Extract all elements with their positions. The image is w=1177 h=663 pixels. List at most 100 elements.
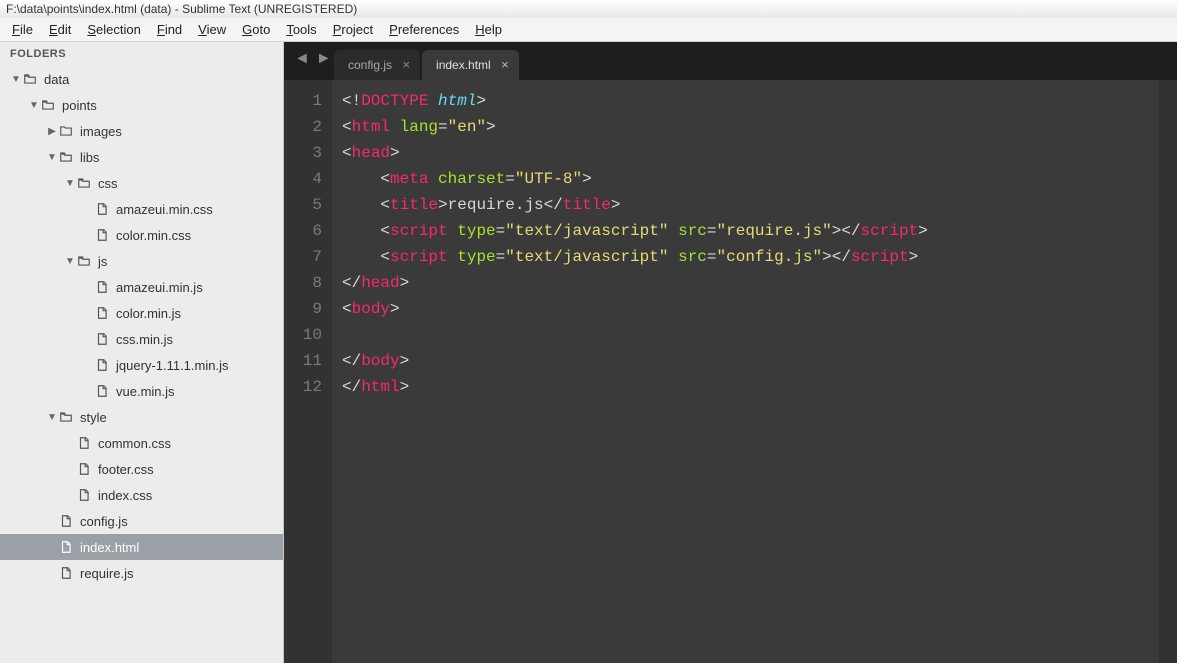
tab-nav-arrows[interactable]: ◄ ►: [294, 50, 332, 68]
tree-file[interactable]: index.html: [0, 534, 283, 560]
menu-edit[interactable]: Edit: [41, 20, 79, 39]
chevron-down-icon[interactable]: ▼: [10, 74, 22, 85]
tree-folder[interactable]: ▼libs: [0, 144, 283, 170]
chevron-down-icon[interactable]: ▼: [64, 178, 76, 189]
file-icon: [76, 487, 92, 503]
tree-item-label: data: [44, 72, 69, 87]
code-content[interactable]: <!DOCTYPE html><html lang="en"><head> <m…: [332, 80, 1159, 663]
tree-folder[interactable]: ▼points: [0, 92, 283, 118]
tab[interactable]: config.js ×: [334, 50, 420, 80]
line-number: 10: [284, 322, 322, 348]
code-line[interactable]: </html>: [342, 374, 1149, 400]
chevron-down-icon[interactable]: ▼: [46, 412, 58, 423]
tree-file[interactable]: require.js: [0, 560, 283, 586]
code-line[interactable]: <meta charset="UTF-8">: [342, 166, 1149, 192]
folder-icon: [22, 71, 38, 87]
tree-item-label: style: [80, 410, 107, 425]
file-icon: [94, 305, 110, 321]
tree-file[interactable]: config.js: [0, 508, 283, 534]
tree-item-label: vue.min.js: [116, 384, 175, 399]
code-line[interactable]: <title>require.js</title>: [342, 192, 1149, 218]
tree-folder[interactable]: ▼ js: [0, 248, 283, 274]
file-icon: [94, 357, 110, 373]
tree-item-label: js: [98, 254, 107, 269]
file-icon: [58, 565, 74, 581]
tree-item-label: index.css: [98, 488, 152, 503]
menu-goto[interactable]: Goto: [234, 20, 278, 39]
menu-preferences[interactable]: Preferences: [381, 20, 467, 39]
tree-file[interactable]: color.min.css: [0, 222, 283, 248]
code-area[interactable]: 123456789101112 <!DOCTYPE html><html lan…: [284, 80, 1177, 663]
tree-file[interactable]: index.css: [0, 482, 283, 508]
menu-file[interactable]: File: [4, 20, 41, 39]
code-line[interactable]: <html lang="en">: [342, 114, 1149, 140]
code-line[interactable]: </body>: [342, 348, 1149, 374]
tab-bar: ◄ ► config.js × index.html ×: [284, 42, 1177, 80]
line-number: 7: [284, 244, 322, 270]
tab-label: index.html: [436, 58, 491, 72]
file-icon: [94, 227, 110, 243]
tree-folder[interactable]: ▼css: [0, 170, 283, 196]
chevron-down-icon[interactable]: ▼: [46, 152, 58, 163]
tree-file[interactable]: jquery-1.11.1.min.js: [0, 352, 283, 378]
line-number: 9: [284, 296, 322, 322]
code-line[interactable]: <script type="text/javascript" src="conf…: [342, 244, 1149, 270]
tree-item-label: require.js: [80, 566, 133, 581]
folder-icon: [76, 175, 92, 191]
menu-view[interactable]: View: [190, 20, 234, 39]
chevron-right-icon[interactable]: ▶: [46, 126, 58, 137]
sidebar-header: FOLDERS: [0, 42, 283, 66]
menu-help[interactable]: Help: [467, 20, 510, 39]
tree-file[interactable]: color.min.js: [0, 300, 283, 326]
tree-file[interactable]: common.css: [0, 430, 283, 456]
code-line[interactable]: <!DOCTYPE html>: [342, 88, 1149, 114]
tree-file[interactable]: vue.min.js: [0, 378, 283, 404]
tree-file[interactable]: css.min.js: [0, 326, 283, 352]
tab-label: config.js: [348, 58, 392, 72]
file-icon: [94, 331, 110, 347]
menu-project[interactable]: Project: [325, 20, 381, 39]
sidebar[interactable]: FOLDERS ▼ data ▼points ▶ images ▼libs▼css amaz…: [0, 42, 284, 663]
code-line[interactable]: <body>: [342, 296, 1149, 322]
line-number: 5: [284, 192, 322, 218]
tree-item-label: index.html: [80, 540, 139, 555]
chevron-down-icon[interactable]: ▼: [28, 100, 40, 111]
tree-file[interactable]: amazeui.min.js: [0, 274, 283, 300]
line-number: 4: [284, 166, 322, 192]
tree-folder[interactable]: ▶ images: [0, 118, 283, 144]
code-line[interactable]: <head>: [342, 140, 1149, 166]
line-number: 11: [284, 348, 322, 374]
menu-tools[interactable]: Tools: [278, 20, 324, 39]
code-line[interactable]: [342, 322, 1149, 348]
tree-folder[interactable]: ▼ style: [0, 404, 283, 430]
tree-item-label: color.min.css: [116, 228, 191, 243]
close-icon[interactable]: ×: [402, 57, 410, 72]
minimap[interactable]: [1159, 80, 1177, 663]
tree-file[interactable]: footer.css: [0, 456, 283, 482]
file-icon: [58, 513, 74, 529]
menu-selection[interactable]: Selection: [79, 20, 148, 39]
line-number-gutter: 123456789101112: [284, 80, 332, 663]
tree-file[interactable]: amazeui.min.css: [0, 196, 283, 222]
tab-nav-back-icon[interactable]: ◄: [294, 50, 310, 68]
chevron-down-icon[interactable]: ▼: [64, 256, 76, 267]
line-number: 6: [284, 218, 322, 244]
code-line[interactable]: </head>: [342, 270, 1149, 296]
tree-item-label: images: [80, 124, 122, 139]
file-icon: [76, 461, 92, 477]
close-icon[interactable]: ×: [501, 57, 509, 72]
folder-icon: [58, 149, 74, 165]
tree-folder[interactable]: ▼ data: [0, 66, 283, 92]
folder-tree[interactable]: ▼ data ▼points ▶ images ▼libs▼css amazeui.min.…: [0, 66, 283, 586]
tab-nav-forward-icon[interactable]: ►: [316, 50, 332, 68]
tree-item-label: common.css: [98, 436, 171, 451]
tree-item-label: css.min.js: [116, 332, 173, 347]
line-number: 2: [284, 114, 322, 140]
tab[interactable]: index.html ×: [422, 50, 519, 80]
editor-pane: ◄ ► config.js×index.html× 12345678910111…: [284, 42, 1177, 663]
code-line[interactable]: <script type="text/javascript" src="requ…: [342, 218, 1149, 244]
menu-find[interactable]: Find: [149, 20, 190, 39]
line-number: 12: [284, 374, 322, 400]
tree-item-label: amazeui.min.css: [116, 202, 213, 217]
file-icon: [76, 435, 92, 451]
